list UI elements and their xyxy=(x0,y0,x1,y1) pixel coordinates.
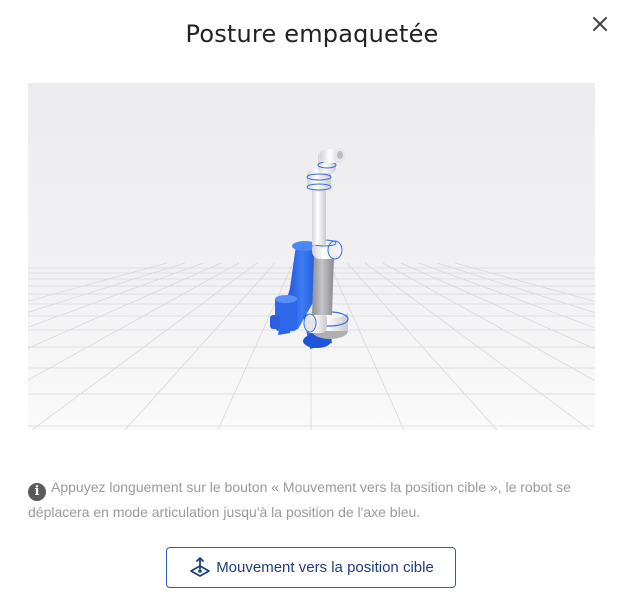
instruction-text: Appuyez longuement sur le bouton « Mouve… xyxy=(28,479,571,520)
close-icon xyxy=(593,17,607,31)
dialog-title: Posture empaquetée xyxy=(185,20,439,48)
instruction-hint: i Appuyez longuement sur le bouton « Mouv… xyxy=(28,476,588,523)
move-to-target-label: Mouvement vers la position cible xyxy=(216,559,434,576)
move-to-target-button[interactable]: Mouvement vers la position cible xyxy=(166,547,456,588)
move-target-icon xyxy=(190,556,211,577)
robot-3d-viewport[interactable] xyxy=(28,83,595,430)
packed-posture-dialog: Posture empaquetée i Appuyez longuement … xyxy=(0,0,624,616)
info-icon: i xyxy=(28,483,46,501)
close-button[interactable] xyxy=(588,12,612,36)
